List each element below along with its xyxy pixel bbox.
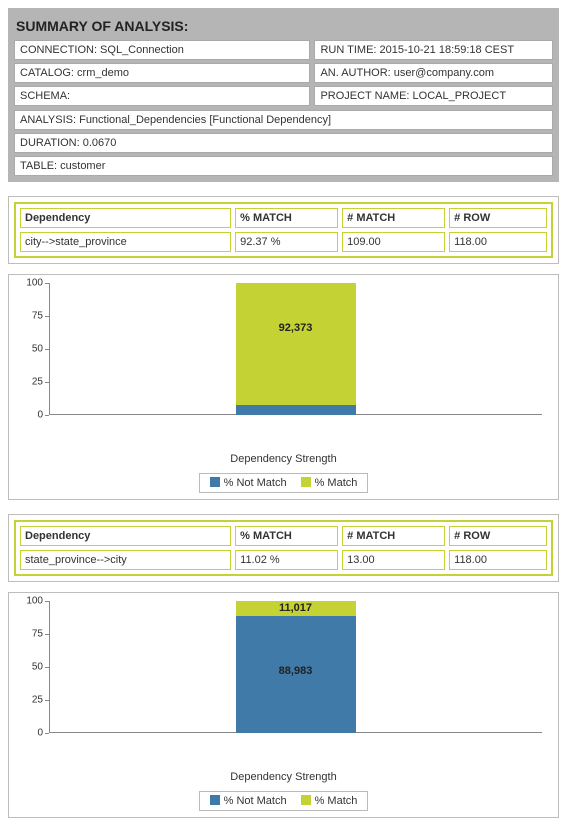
chart-legend: % Not Match % Match <box>199 791 369 811</box>
stacked-bar: 92,373 <box>236 283 356 415</box>
legend-swatch-notmatch <box>210 795 220 805</box>
dependency-table-2: Dependency % MATCH # MATCH # ROW state_p… <box>8 514 559 582</box>
dep-name: state_province-->city <box>20 550 231 570</box>
legend-swatch-match <box>301 477 311 487</box>
col-num-row: # ROW <box>449 208 547 228</box>
table-header-row: Dependency % MATCH # MATCH # ROW <box>20 208 547 228</box>
bar-segment-match: 11,017 <box>236 601 356 616</box>
table-header-row: Dependency % MATCH # MATCH # ROW <box>20 526 547 546</box>
x-axis-title: Dependency Strength <box>19 771 548 783</box>
col-num-row: # ROW <box>449 526 547 546</box>
chart-legend: % Not Match % Match <box>199 473 369 493</box>
dep-pmatch: 92.37 % <box>235 232 338 252</box>
summary-of-analysis: SUMMARY OF ANALYSIS: CONNECTION: SQL_Con… <box>8 8 559 182</box>
bar-segment-match: 92,373 <box>236 283 356 405</box>
summary-runtime: RUN TIME: 2015-10-21 18:59:18 CEST <box>314 40 553 60</box>
table-row: state_province-->city 11.02 % 13.00 118.… <box>20 550 547 570</box>
summary-duration: DURATION: 0.0670 <box>14 133 553 153</box>
legend-swatch-notmatch <box>210 477 220 487</box>
dependency-table-1: Dependency % MATCH # MATCH # ROW city-->… <box>8 196 559 264</box>
summary-author: AN. AUTHOR: user@company.com <box>314 63 553 83</box>
col-dependency: Dependency <box>20 526 231 546</box>
y-axis: 100 75 50 25 0 <box>19 283 47 415</box>
bar-segment-notmatch: 88,983 <box>236 616 356 733</box>
summary-schema: SCHEMA: <box>14 86 310 106</box>
summary-connection: CONNECTION: SQL_Connection <box>14 40 310 60</box>
summary-project: PROJECT NAME: LOCAL_PROJECT <box>314 86 553 106</box>
plot-area: 11,017 88,983 <box>49 601 542 733</box>
col-num-match: # MATCH <box>342 526 445 546</box>
bar-segment-notmatch <box>236 405 356 415</box>
stacked-bar: 11,017 88,983 <box>236 601 356 733</box>
summary-analysis: ANALYSIS: Functional_Dependencies [Funct… <box>14 110 553 130</box>
summary-table: TABLE: customer <box>14 156 553 176</box>
dep-nrow: 118.00 <box>449 232 547 252</box>
legend-swatch-match <box>301 795 311 805</box>
dep-nmatch: 13.00 <box>342 550 445 570</box>
col-percent-match: % MATCH <box>235 526 338 546</box>
y-axis: 100 75 50 25 0 <box>19 601 47 733</box>
summary-catalog: CATALOG: crm_demo <box>14 63 310 83</box>
dep-nrow: 118.00 <box>449 550 547 570</box>
dependency-chart-1: 100 75 50 25 0 92,373 Dependency Strengt… <box>8 274 559 500</box>
table-row: city-->state_province 92.37 % 109.00 118… <box>20 232 547 252</box>
summary-title: SUMMARY OF ANALYSIS: <box>14 14 553 40</box>
col-dependency: Dependency <box>20 208 231 228</box>
dep-pmatch: 11.02 % <box>235 550 338 570</box>
col-num-match: # MATCH <box>342 208 445 228</box>
col-percent-match: % MATCH <box>235 208 338 228</box>
x-axis-title: Dependency Strength <box>19 453 548 465</box>
plot-area: 92,373 <box>49 283 542 415</box>
dep-name: city-->state_province <box>20 232 231 252</box>
dependency-chart-2: 100 75 50 25 0 11,017 88,983 Dependency … <box>8 592 559 818</box>
dep-nmatch: 109.00 <box>342 232 445 252</box>
